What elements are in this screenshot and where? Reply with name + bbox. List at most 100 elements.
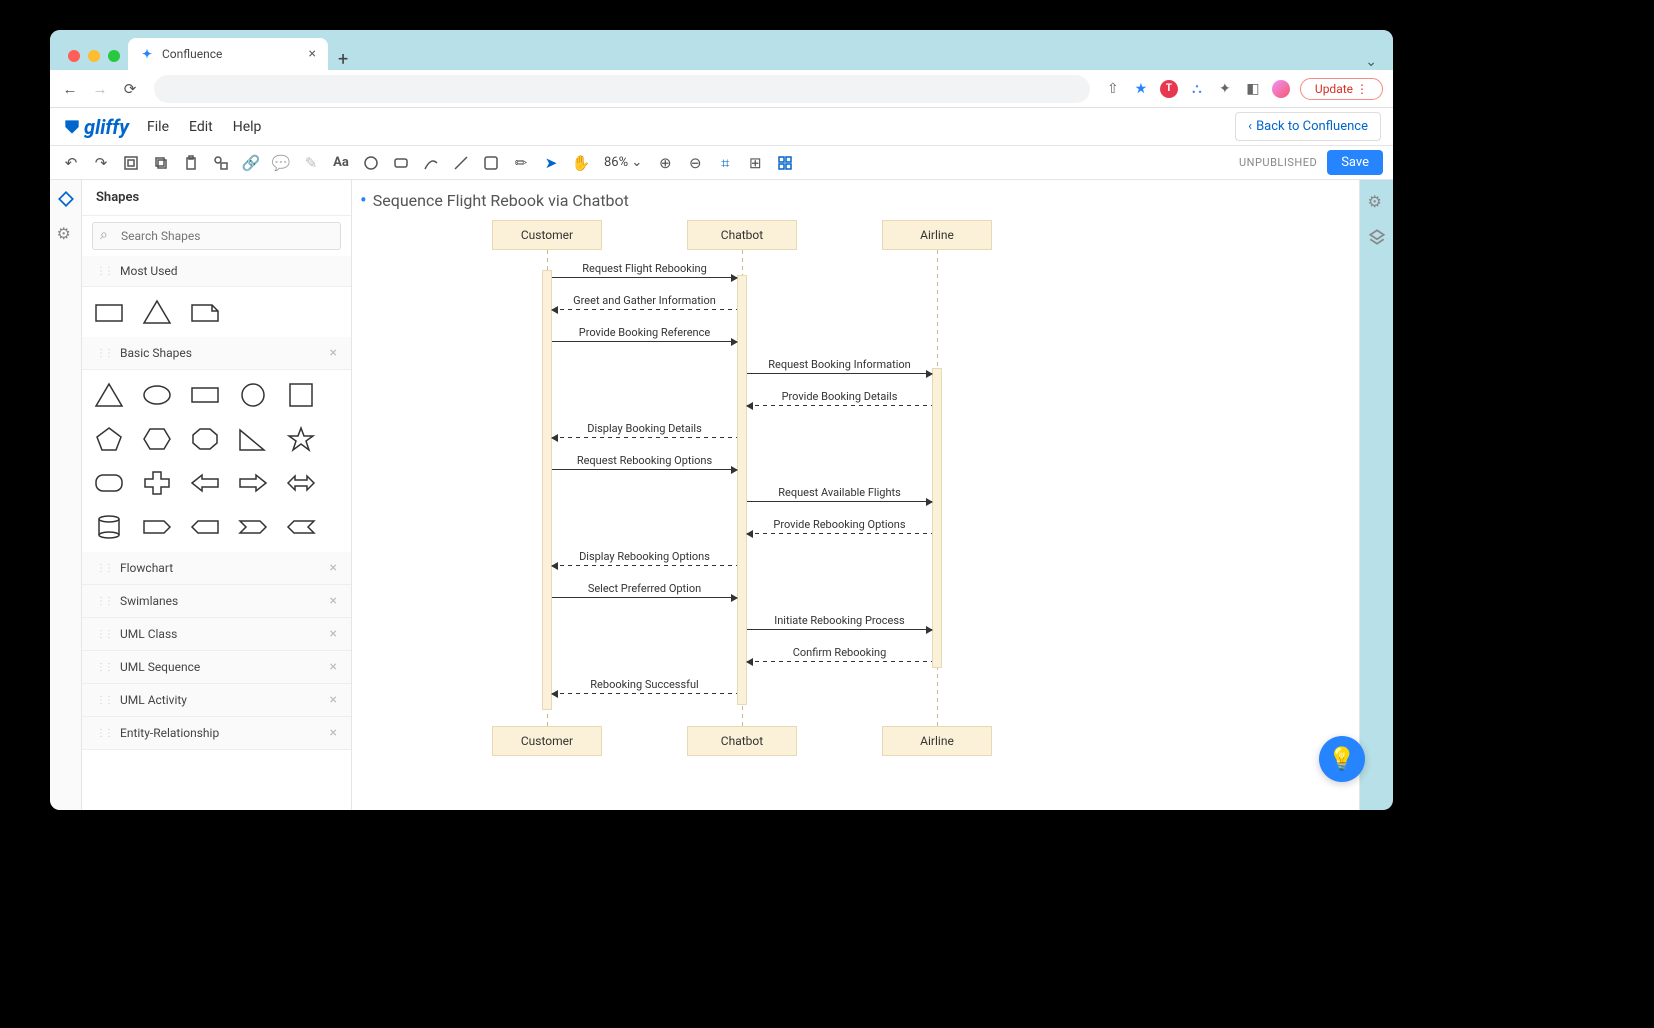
zoom-level[interactable]: 86% ⌄ [600,155,646,170]
circle-tool[interactable] [360,152,382,174]
msg-label[interactable]: Provide Booking Reference [552,326,737,339]
back-to-confluence-button[interactable]: ‹ Back to Confluence [1235,112,1381,141]
frame-tool[interactable] [120,152,142,174]
shape-octagon[interactable] [188,424,222,454]
shape-note[interactable] [188,297,222,327]
bookmark-icon[interactable]: ★ [1132,80,1150,98]
layers-button[interactable] [774,152,796,174]
rectangle-tool[interactable] [390,152,412,174]
shape-star[interactable] [284,424,318,454]
shape-tag-left[interactable] [188,512,222,542]
shape-arrow-right[interactable] [236,468,270,498]
activation-customer[interactable] [542,270,552,710]
arrow[interactable] [747,501,932,502]
gliffy-logo[interactable]: gliffy [62,115,129,139]
extensions-icon[interactable]: ✦ [1216,80,1234,98]
shape-pentagon[interactable] [92,424,126,454]
address-bar[interactable] [154,75,1090,103]
forward-button[interactable]: → [90,79,110,99]
snap-button[interactable]: ⌗ [714,152,736,174]
shape-plus[interactable] [140,468,174,498]
shape-rectangle[interactable] [92,297,126,327]
undo-button[interactable]: ↶ [60,152,82,174]
close-icon[interactable]: × [330,560,337,576]
arrow[interactable] [552,309,737,310]
shape-chevron-left[interactable] [284,512,318,542]
activation-airline[interactable] [932,368,942,668]
shape-arrow-left[interactable] [188,468,222,498]
shape-triangle[interactable] [140,297,174,327]
close-icon[interactable]: × [330,659,337,675]
shape-cylinder[interactable] [92,512,126,542]
shape-circle[interactable] [236,380,270,410]
shape-rectangle[interactable] [188,380,222,410]
section-uml-sequence[interactable]: ⋮⋮UML Sequence× [82,651,351,684]
help-button[interactable]: 💡 [1319,736,1365,782]
close-icon[interactable]: × [330,692,337,708]
participant-airline-bottom[interactable]: Airline [882,726,992,756]
arrow[interactable] [747,629,932,630]
hand-tool[interactable]: ✋ [570,152,592,174]
msg-label[interactable]: Request Available Flights [747,486,932,499]
update-button[interactable]: Update ⋮ [1300,78,1383,100]
pointer-tool[interactable]: ➤ [540,152,562,174]
msg-label[interactable]: Initiate Rebooking Process [747,614,932,627]
share-icon[interactable]: ⇧ [1104,80,1122,98]
arrow[interactable] [552,437,737,438]
participant-airline-top[interactable]: Airline [882,220,992,250]
arrow[interactable] [552,597,737,598]
browser-tab[interactable]: ✦ Confluence × [128,38,328,70]
text-tool[interactable]: Aa [330,152,352,174]
msg-label[interactable]: Provide Booking Details [747,390,932,403]
settings-tab-icon[interactable]: ⚙ [57,224,75,242]
new-tab-button[interactable]: + [328,49,358,70]
tab-overflow-button[interactable]: ⌄ [1349,54,1393,70]
maximize-window-button[interactable] [108,50,120,62]
line-tool[interactable] [450,152,472,174]
msg-label[interactable]: Request Flight Rebooking [552,262,737,275]
msg-label[interactable]: Display Rebooking Options [552,550,737,563]
msg-label[interactable]: Request Booking Information [747,358,932,371]
arrow[interactable] [747,661,932,662]
shape-ellipse[interactable] [140,380,174,410]
search-shapes-input[interactable] [92,222,341,250]
note-tool[interactable] [480,152,502,174]
translate-icon[interactable]: ⛬ [1188,80,1206,98]
section-flowchart[interactable]: ⋮⋮Flowchart× [82,552,351,585]
properties-icon[interactable]: ⚙ [1368,192,1386,210]
reload-button[interactable]: ⟳ [120,79,140,99]
arrow[interactable] [747,373,932,374]
grid-button[interactable]: ⊞ [744,152,766,174]
close-icon[interactable]: × [330,725,337,741]
section-uml-activity[interactable]: ⋮⋮UML Activity× [82,684,351,717]
shape-tool[interactable] [210,152,232,174]
redo-button[interactable]: ↷ [90,152,112,174]
link-button[interactable]: 🔗 [240,152,262,174]
back-button[interactable]: ← [60,79,80,99]
extension-icon[interactable]: T [1160,80,1178,98]
paste-button[interactable] [180,152,202,174]
layers-icon[interactable] [1368,228,1386,246]
msg-label[interactable]: Greet and Gather Information [552,294,737,307]
profile-avatar[interactable] [1272,80,1290,98]
edit-button[interactable]: ✎ [300,152,322,174]
shape-tag-right[interactable] [140,512,174,542]
section-entity-relationship[interactable]: ⋮⋮Entity-Relationship× [82,717,351,750]
participant-chatbot-top[interactable]: Chatbot [687,220,797,250]
copy-button[interactable] [150,152,172,174]
activation-chatbot[interactable] [737,275,747,705]
pencil-tool[interactable]: ✏ [510,152,532,174]
connector-tool[interactable] [420,152,442,174]
arrow[interactable] [552,277,737,278]
participant-chatbot-bottom[interactable]: Chatbot [687,726,797,756]
participant-customer-bottom[interactable]: Customer [492,726,602,756]
shape-rounded-rect[interactable] [92,468,126,498]
close-window-button[interactable] [68,50,80,62]
arrow[interactable] [552,565,737,566]
save-button[interactable]: Save [1327,150,1383,175]
minimize-window-button[interactable] [88,50,100,62]
close-icon[interactable]: × [330,626,337,642]
side-panel-icon[interactable]: ◧ [1244,80,1262,98]
document-title[interactable]: Sequence Flight Rebook via Chatbot [360,188,629,212]
msg-label[interactable]: Select Preferred Option [552,582,737,595]
